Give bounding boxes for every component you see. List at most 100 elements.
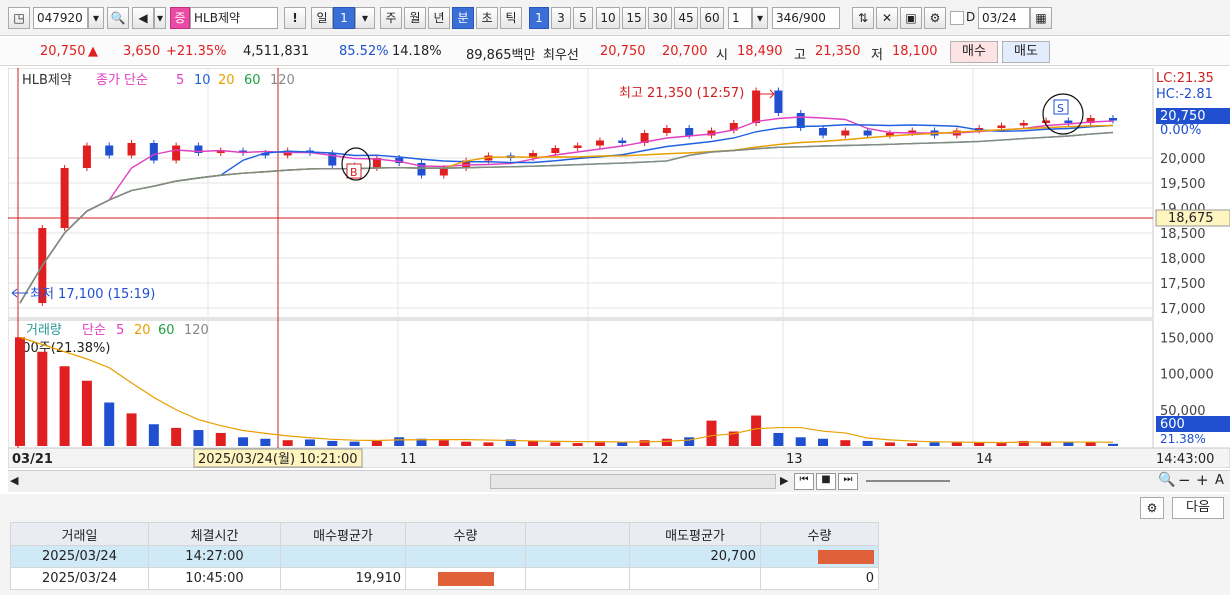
- table-row[interactable]: 2025/03/24 14:27:00 20,700: [10, 545, 879, 568]
- period-year[interactable]: 년: [428, 7, 450, 29]
- high-price: 21,350: [815, 44, 861, 59]
- cell-blank: [525, 545, 630, 568]
- volume-bar: [438, 440, 449, 446]
- candle-body: [819, 128, 828, 136]
- crosshair-tool-icon[interactable]: ✕: [876, 7, 898, 29]
- high-marker-label: 최고 21,350 (12:57): [619, 86, 744, 101]
- interval-3[interactable]: 3: [551, 7, 571, 29]
- period-tick[interactable]: 틱: [500, 7, 522, 29]
- interval-5[interactable]: 5: [573, 7, 593, 29]
- vol-cross-value: 600: [1160, 417, 1185, 432]
- period-week[interactable]: 주: [380, 7, 402, 29]
- interval-60[interactable]: 60: [700, 7, 724, 29]
- table-gear-icon[interactable]: ⚙: [1140, 497, 1164, 519]
- date-input[interactable]: 03/24: [978, 7, 1030, 29]
- first-page-icon[interactable]: ⏮: [794, 473, 814, 490]
- volume-bar: [215, 432, 226, 446]
- legend-ma-type: 종가 단순: [96, 73, 148, 88]
- last-page-icon[interactable]: ⏭: [838, 473, 858, 490]
- interval-1[interactable]: 1: [529, 7, 549, 29]
- unit-dropdown-icon[interactable]: ▾: [752, 7, 768, 29]
- candle-body: [774, 90, 783, 113]
- date-check-label: D: [966, 10, 976, 24]
- turnover: 14.18%: [392, 44, 442, 59]
- table-header: 거래일 체결시간 매수평균가 수량 매도평균가 수량: [10, 522, 879, 546]
- chart-scrollbar[interactable]: ◀ ▶ ⏮ ■ ⏭ 🔍 − + A: [8, 470, 1230, 492]
- sell-button[interactable]: 매도: [1002, 41, 1050, 63]
- candle-body: [1019, 123, 1028, 126]
- scroll-right-icon[interactable]: ▶: [780, 474, 788, 487]
- scroll-left-icon[interactable]: ◀: [10, 474, 18, 487]
- period-dropdown-icon[interactable]: ▾: [355, 7, 375, 29]
- zoom-slider[interactable]: [866, 480, 950, 482]
- date-checkbox[interactable]: [950, 11, 964, 25]
- auto-icon[interactable]: A: [1215, 473, 1224, 488]
- legend-volume-type: 단순: [82, 323, 106, 338]
- chart-svg[interactable]: HLB제약 종가 단순 5 10 20 60 120 거래량 단순 5 20 6…: [7, 67, 1230, 469]
- market-badge: 증: [170, 7, 190, 29]
- volume-bar: [862, 440, 873, 446]
- buy-button[interactable]: 매수: [950, 41, 998, 63]
- price-chart[interactable]: HLB제약 종가 단순 5 10 20 60 120 거래량 단순 5 20 6…: [7, 67, 1230, 469]
- plus-icon[interactable]: +: [1196, 471, 1209, 489]
- last-pct-label: 0.00%: [1160, 123, 1201, 138]
- lc-label: LC:21.35: [1156, 71, 1214, 86]
- candle-body: [573, 145, 582, 148]
- count-current: 346: [776, 11, 799, 25]
- alert-button[interactable]: !: [284, 7, 306, 29]
- candle-body: [439, 168, 448, 176]
- stock-code-input[interactable]: 047920: [33, 7, 88, 29]
- gear-icon[interactable]: ⚙: [924, 7, 946, 29]
- zoom-in-icon[interactable]: 🔍: [1158, 472, 1175, 488]
- period-second[interactable]: 초: [476, 7, 498, 29]
- stop-icon[interactable]: ■: [816, 473, 836, 490]
- stock-name-field[interactable]: HLB제약: [190, 7, 278, 29]
- interval-30[interactable]: 30: [648, 7, 672, 29]
- chart-toolbar: ◳ 047920 ▾ 🔍 ◀ ▾ 증 HLB제약 ! 일 1 ▾ 주 월 년 분…: [0, 0, 1230, 36]
- price-axis-tick: 17,500: [1160, 277, 1206, 292]
- legend-ma60: 60: [244, 73, 261, 88]
- period-day[interactable]: 일: [311, 7, 333, 29]
- volume-bar: [639, 440, 650, 446]
- candle-body: [1042, 120, 1051, 123]
- interval-10[interactable]: 10: [596, 7, 620, 29]
- volume-bar: [304, 439, 315, 446]
- sound-dropdown-icon[interactable]: ▾: [154, 7, 166, 29]
- scroll-thumb[interactable]: [490, 474, 776, 489]
- candle-tool-icon[interactable]: ⇅: [852, 7, 874, 29]
- calendar-icon[interactable]: ▦: [1030, 7, 1052, 29]
- period-month[interactable]: 월: [404, 7, 426, 29]
- period-minute[interactable]: 분: [452, 7, 474, 29]
- interval-15[interactable]: 15: [622, 7, 646, 29]
- volume-bar: [706, 420, 717, 446]
- search-icon[interactable]: 🔍: [107, 7, 129, 29]
- sound-icon[interactable]: ◀: [132, 7, 154, 29]
- volume-ratio: 85.52%: [339, 44, 389, 59]
- time-axis-tick: 12: [592, 452, 609, 467]
- next-button[interactable]: 다음: [1172, 497, 1224, 519]
- price-axis-tick: 18,000: [1160, 252, 1206, 267]
- last-price-label: 20,750: [1160, 109, 1206, 124]
- qty-bar: [818, 549, 874, 564]
- volume-bar: [840, 440, 851, 446]
- legend-volume-title: 거래량: [26, 323, 62, 338]
- minus-icon[interactable]: −: [1178, 471, 1191, 489]
- candle-body: [685, 128, 694, 136]
- interval-45[interactable]: 45: [674, 7, 698, 29]
- price-panel: [7, 67, 1154, 319]
- table-row[interactable]: 2025/03/24 10:45:00 19,910 0: [10, 567, 879, 590]
- cell-buy-avg: [280, 545, 406, 568]
- volume-bar: [684, 437, 695, 446]
- count-input[interactable]: 346/900: [772, 7, 840, 29]
- candle-body: [172, 145, 181, 161]
- volume: 4,511,831: [243, 44, 310, 59]
- period-value[interactable]: 1: [333, 7, 355, 29]
- unit-input[interactable]: 1: [728, 7, 752, 29]
- code-dropdown-icon[interactable]: ▾: [88, 7, 104, 29]
- volume-bar: [59, 366, 70, 446]
- price-axis-tick: 17,000: [1160, 302, 1206, 317]
- volume-cross-label: 600주(21.38%): [14, 341, 111, 356]
- save-icon[interactable]: ▣: [900, 7, 922, 29]
- window-icon[interactable]: ◳: [8, 7, 30, 29]
- buy-signal-label: B: [350, 166, 358, 179]
